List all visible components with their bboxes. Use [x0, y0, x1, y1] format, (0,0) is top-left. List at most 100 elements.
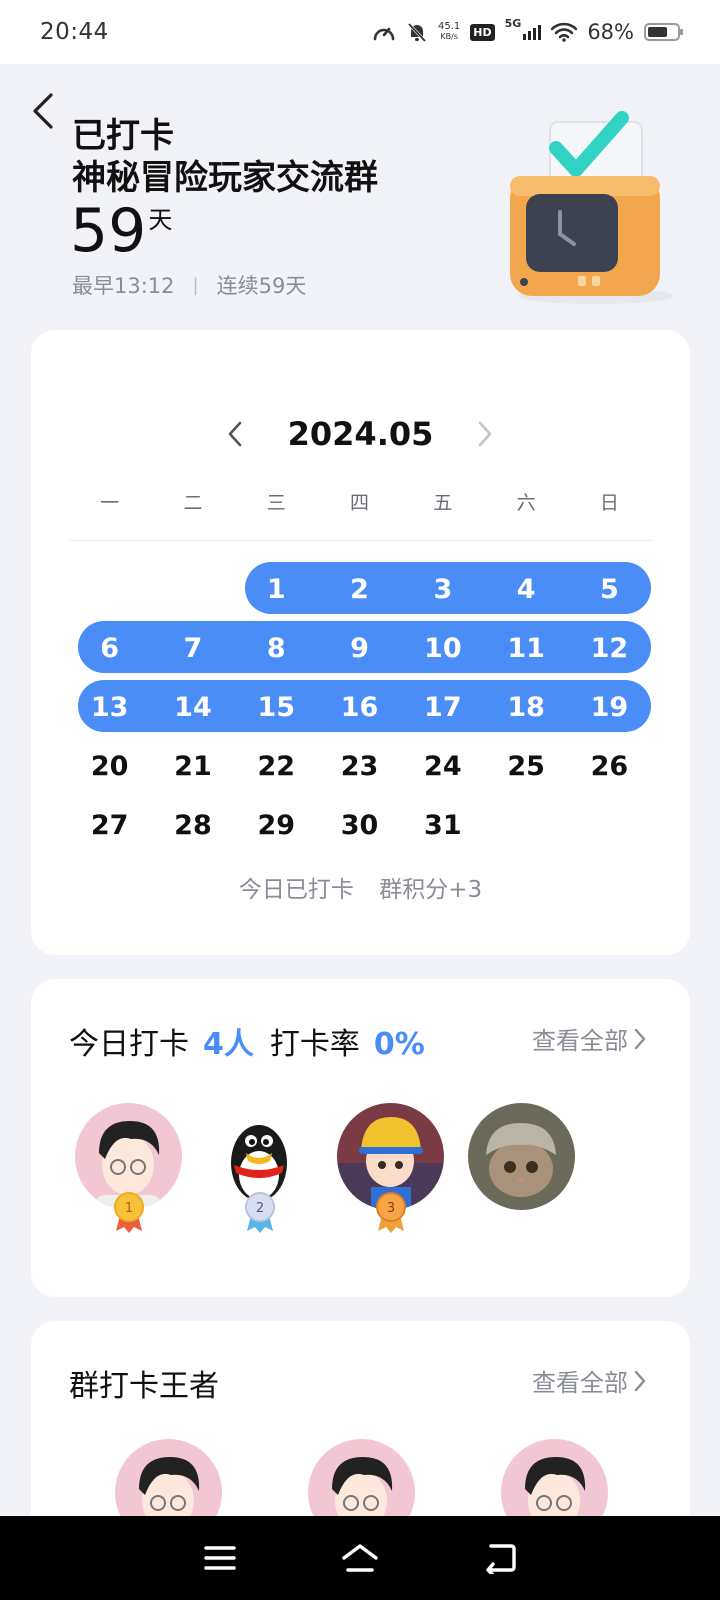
days-counter: 59 天 [70, 198, 172, 264]
calendar-day[interactable]: 4 [484, 562, 567, 618]
net-speed: 45.1 KB/s [438, 21, 461, 42]
calendar-day[interactable]: 30 [318, 798, 401, 854]
points-earned-text: 群积分+3 [379, 877, 483, 903]
battery-percent: 68% [587, 20, 634, 44]
chevron-right-icon [634, 1028, 646, 1050]
calendar-grid: 1 2 3 4 5 6 7 8 9 10 11 12 13 14 15 16 17 18 19 20 21 22 23 24 2… [68, 560, 652, 855]
back-button[interactable] [22, 88, 62, 134]
today-checked-text: 今日已打卡 [238, 877, 354, 903]
calendar-day[interactable]: 9 [318, 621, 401, 677]
calendar-day[interactable]: 14 [151, 680, 234, 736]
home-button[interactable] [330, 1528, 390, 1588]
view-all-label: 查看全部 [532, 1369, 628, 1397]
calendar-day[interactable]: 8 [235, 621, 318, 677]
calendar-day[interactable]: 23 [318, 739, 401, 795]
svg-text:2: 2 [256, 1201, 264, 1216]
days-unit: 天 [148, 206, 173, 234]
status-icons: 45.1 KB/s HD 5G 68% [372, 17, 683, 44]
hd-icon: HD [470, 23, 495, 41]
calendar-empty-cell [68, 562, 151, 618]
checkin-rate-label: 打卡率 [269, 1027, 360, 1062]
calendar-day[interactable]: 13 [68, 680, 151, 736]
calendar-empty-cell [568, 798, 651, 854]
view-all-king-button[interactable]: 查看全部 [532, 1363, 646, 1398]
calendar-day[interactable]: 5 [568, 562, 651, 618]
calendar-day[interactable]: 19 [568, 680, 651, 736]
calendar-week-row: 13 14 15 16 17 18 19 [68, 678, 652, 737]
return-icon [486, 1544, 516, 1574]
month-label: 2024.05 [287, 415, 434, 453]
calendar-day[interactable]: 24 [401, 739, 484, 795]
weekday-label: 三 [266, 492, 286, 514]
member-avatar-item[interactable] [468, 1103, 575, 1233]
calendar-week-row: 27 28 29 30 31 [68, 796, 651, 855]
checkin-meta: 最早13:12 | 连续59天 [72, 270, 306, 300]
calendar-day[interactable]: 16 [318, 680, 401, 736]
weekday-label: 六 [516, 492, 536, 514]
checkin-rate-value: 0% [373, 1027, 425, 1062]
view-all-today-button[interactable]: 查看全部 [532, 1021, 646, 1056]
weekday-label: 五 [433, 492, 453, 514]
prev-month-button[interactable] [219, 418, 251, 450]
checkin-box-illustration [500, 106, 680, 306]
group-name: 神秘冒险玩家交流群 [72, 158, 378, 198]
system-nav-bar [0, 1516, 720, 1600]
calendar-empty-cell [484, 798, 567, 854]
calendar-day[interactable]: 20 [68, 739, 151, 795]
today-checkin-card: 今日打卡 4人 打卡率 0% 查看全部 1 2 3 [31, 979, 690, 1297]
calendar-day[interactable]: 21 [151, 739, 234, 795]
streak-days: 连续59天 [216, 274, 307, 298]
wifi-icon [551, 22, 578, 42]
calendar-week-row: 20 21 22 23 24 25 26 [68, 737, 651, 796]
battery-icon [644, 23, 683, 41]
calendar-day[interactable]: 28 [151, 798, 234, 854]
calendar-day[interactable]: 17 [401, 680, 484, 736]
king-title: 群打卡王者 [69, 1369, 219, 1404]
signal-icon: 5G [505, 17, 542, 40]
calendar-card: 2024.05 一 二 三 四 五 六 日 1 2 3 4 5 6 7 8 9 10 11 12 13 1… [31, 330, 690, 955]
calendar-day[interactable]: 2 [318, 562, 401, 618]
calendar-day[interactable]: 18 [484, 680, 567, 736]
calendar-day[interactable]: 25 [484, 739, 567, 795]
status-bar: 20:44 45.1 KB/s HD 5G 68% [0, 0, 720, 64]
silver-medal-icon: 2 [245, 1192, 275, 1233]
calendar-day[interactable]: 6 [68, 621, 151, 677]
bronze-medal-icon: 3 [376, 1192, 406, 1233]
calendar-day[interactable]: 26 [568, 739, 651, 795]
back-nav-button[interactable] [470, 1528, 530, 1588]
calendar-day[interactable]: 7 [151, 621, 234, 677]
member-avatar-item[interactable]: 3 [337, 1103, 444, 1233]
gold-medal-icon: 1 [114, 1192, 144, 1233]
meta-divider: | [192, 274, 199, 296]
calendar-week-row: 12345 [68, 560, 652, 619]
calendar-day[interactable]: 1 [235, 562, 318, 618]
mute-bell-icon [406, 21, 428, 43]
king-header: 群打卡王者 [69, 1361, 219, 1405]
svg-text:3: 3 [387, 1201, 395, 1216]
chevron-left-icon [33, 93, 53, 129]
today-status: 今日已打卡 群积分+3 [31, 870, 690, 904]
weekday-label: 二 [183, 492, 203, 514]
member-avatar-item[interactable]: 1 [75, 1103, 182, 1233]
weekday-label: 日 [599, 492, 619, 514]
next-month-button[interactable] [469, 418, 501, 450]
calendar-day[interactable]: 12 [568, 621, 651, 677]
calendar-day[interactable]: 22 [235, 739, 318, 795]
calendar-day[interactable]: 29 [235, 798, 318, 854]
calendar-day[interactable]: 3 [401, 562, 484, 618]
today-checkin-header: 今日打卡 4人 打卡率 0% [69, 1019, 441, 1063]
calendar-day[interactable]: 15 [235, 680, 318, 736]
calendar-day[interactable]: 11 [484, 621, 567, 677]
cat-avatar [468, 1103, 575, 1210]
home-icon [342, 1544, 378, 1572]
weekday-label: 一 [100, 492, 120, 514]
calendar-day[interactable]: 31 [401, 798, 484, 854]
menu-button[interactable] [190, 1528, 250, 1588]
calendar-day[interactable]: 27 [68, 798, 151, 854]
calendar-day[interactable]: 10 [401, 621, 484, 677]
earliest-time: 最早13:12 [72, 274, 175, 298]
status-time: 20:44 [40, 19, 109, 45]
calendar-divider [69, 540, 652, 541]
calendar-empty-cell [151, 562, 234, 618]
member-avatar-item[interactable]: 2 [206, 1103, 313, 1233]
